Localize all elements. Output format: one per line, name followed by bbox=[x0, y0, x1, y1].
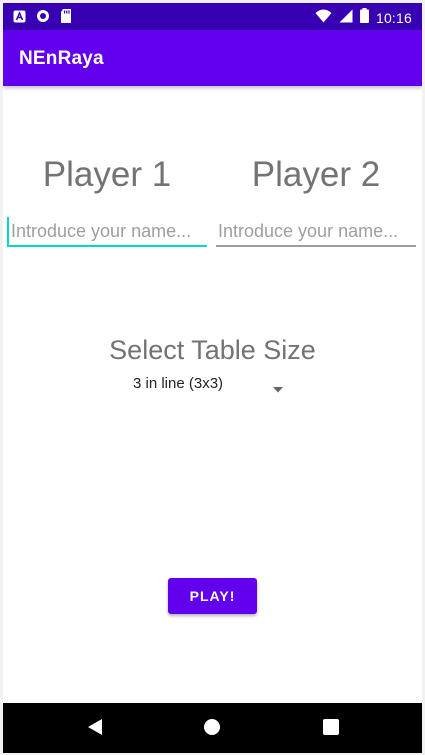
play-button[interactable]: PLAY! bbox=[168, 578, 257, 614]
status-bar: 10:16 bbox=[3, 3, 422, 30]
home-icon[interactable] bbox=[203, 718, 221, 741]
back-icon[interactable] bbox=[87, 718, 103, 741]
signal-icon bbox=[339, 9, 353, 28]
battery-icon bbox=[359, 8, 369, 28]
system-icons: 10:16 bbox=[315, 8, 412, 28]
dropdown-arrow-icon bbox=[273, 380, 283, 398]
notification-icons bbox=[13, 9, 72, 28]
table-size-title: Select Table Size bbox=[109, 335, 316, 365]
sd-card-icon bbox=[60, 9, 72, 28]
app-screen: 10:16 NEnRaya Player 1 Player 2 Select T… bbox=[3, 3, 422, 753]
player-1-name-input[interactable] bbox=[7, 217, 207, 247]
app-bar: NEnRaya bbox=[3, 30, 422, 86]
player-2-name-input[interactable] bbox=[216, 217, 416, 247]
app-title: NEnRaya bbox=[19, 48, 104, 69]
circle-app-icon bbox=[36, 9, 50, 28]
player-2-label: Player 2 bbox=[251, 155, 381, 194]
table-size-spinner[interactable]: 3 in line (3x3) bbox=[125, 371, 295, 395]
app-a-icon bbox=[13, 10, 26, 28]
recents-icon[interactable] bbox=[323, 719, 339, 740]
navigation-bar bbox=[3, 703, 422, 753]
status-time: 10:16 bbox=[375, 10, 412, 26]
table-size-selected: 3 in line (3x3) bbox=[133, 374, 224, 392]
player-1-label: Player 1 bbox=[42, 155, 172, 194]
wifi-icon bbox=[315, 9, 332, 28]
